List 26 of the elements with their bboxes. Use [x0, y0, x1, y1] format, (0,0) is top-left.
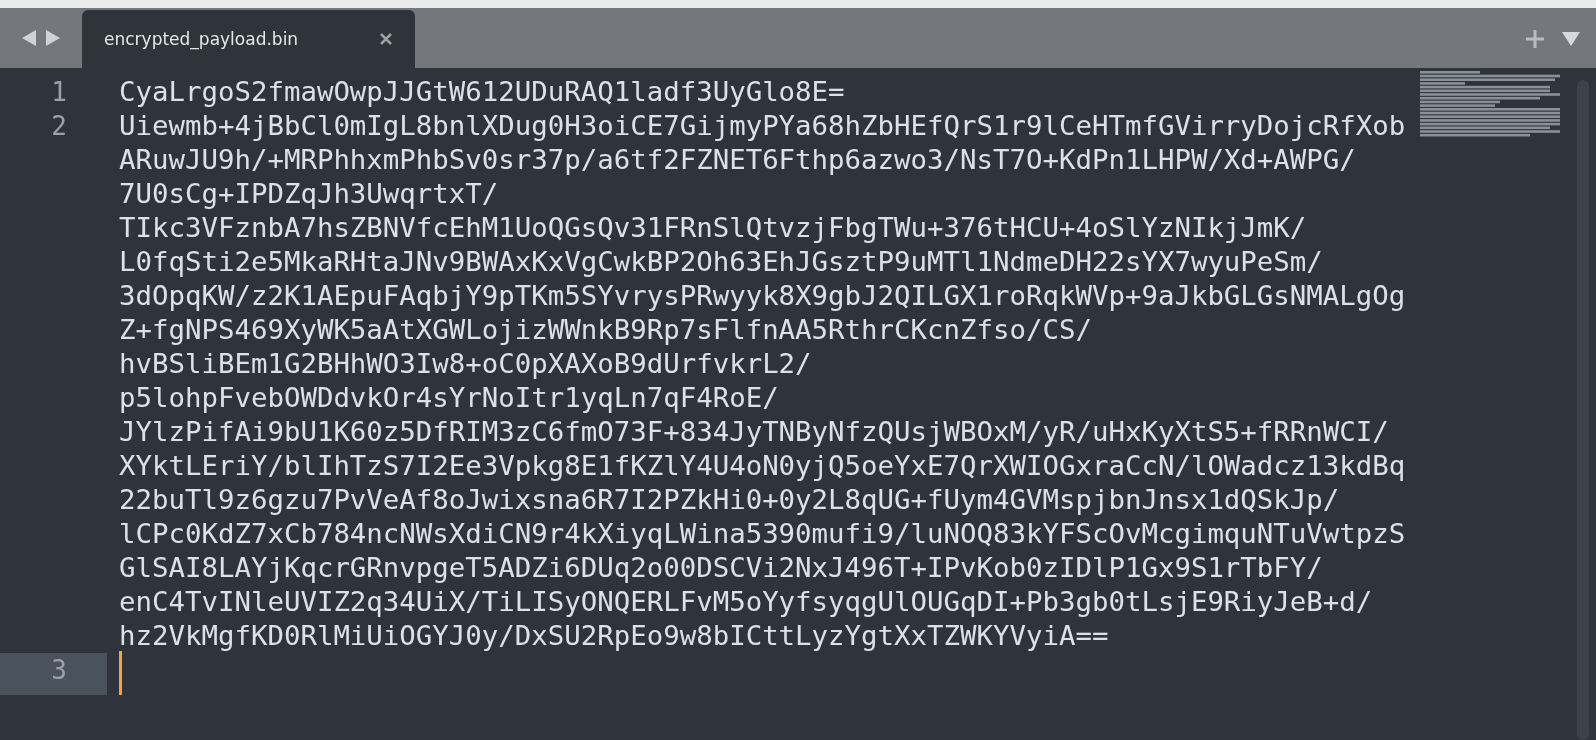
- code-text: L0fqSti2e5MkaRHtaJNv9BWAxKxVgCwkBP2Oh63EhJGsztP9uMTl1NdmeDH22sYX7wyuPeSm/: [119, 245, 1324, 279]
- file-tab[interactable]: encrypted_payload.bin: [82, 10, 415, 68]
- close-icon[interactable]: [379, 32, 393, 46]
- text-cursor: [119, 651, 122, 695]
- code-text: 22buTl9z6gzu7PvVeAf8oJwixsna6R7I2PZkHi0+0y2L8qUG+fUym4GVMspjbnJnsx1dQSkJp/: [119, 483, 1341, 517]
- code-text: ARuwJU9h/+MRPhhxmPhbSv0sr37p/a6tf2FZNET6Fthp6azwo3/NsT7O+KdPn1LHPW/Xd+AWPG/: [119, 143, 1357, 177]
- code-text: lCPc0KdZ7xCb784ncNWsXdiCN9r4kXiyqLWina5390mufi9/luNOQ83kYFScOvMcgimquNTuVwtpzS: [119, 517, 1406, 551]
- forward-arrow-icon[interactable]: [44, 28, 62, 48]
- code-text: 7U0sCg+IPDZqJh3UwqrtxT/: [119, 177, 500, 211]
- code-text: p5lohpFvebOWDdvkOr4sYrNoItr1yqLn7qF4RoE/: [119, 381, 780, 415]
- code-text: Uiewmb+4jBbCl0mIgL8bnlXDug0H3oiCE7GijmyPYa68hZbHEfQrS1r9lCeHTmfGVirryDojcRfXob: [119, 109, 1406, 143]
- code-text: enC4TvINleUVIZ2q34UiX/TiLISyONQERLFvM5oYyfsyqgUlOUGqDI+Pb3gb0tLsjE9RiyJeB+d/: [119, 585, 1374, 619]
- code-text: GlSAI8LAYjKqcrGRnvpgeT5ADZi6DUq2o00DSCVi2NxJ496T+IPvKob0zIDlP1Gx9S1rTbFY/: [119, 551, 1324, 585]
- code-text: JYlzPifAi9bU1K60z5DfRIM3zC6fmO73F+834JyTNByNfzQUsjWBOxM/yR/uHxKyXtS5+fRRnWCI/: [119, 415, 1390, 449]
- code-text: CyaLrgoS2fmawOwpJJGtW612UDuRAQ1ladf3UyGlo8E=: [119, 75, 845, 109]
- code-text: TIkc3VFznbA7hsZBNVfcEhM1UoQGsQv31FRnSlQtvzjFbgTWu+376tHCU+4oSlYzNIkjJmK/: [119, 211, 1308, 245]
- line-number: 1: [51, 76, 67, 109]
- plus-icon[interactable]: [1524, 28, 1546, 50]
- code-text: Z+fgNPS469XyWK5aAtXGWLojizWWnkB9Rp7sFlfnAA5RthrCKcnZfso/CS/: [119, 313, 1093, 347]
- code-text: XYktLEriY/blIhTzS7I2Ee3Vpkg8E1fKZlY4U4oN0yjQ5oeYxE7QrXWIOGxraCcN/lOWadcz13kdBq: [119, 449, 1406, 483]
- code-text: 3dOpqKW/z2K1AEpuFAqbjY9pTKm5SYvrysPRwyyk8X9gbJ2QILGX1roRqkWVp+9aJkbGLGsNMALgOg: [119, 279, 1406, 313]
- code-text: hz2VkMgfKD0RlMiUiOGYJ0y/DxSU2RpEo9w8bICttLyzYgtXxTZWKYVyiA==: [119, 619, 1110, 653]
- line-number: 3: [51, 654, 67, 687]
- code-text: hvBSliBEm1G2BHhWO3Iw8+oC0pXAXoB9dUrfvkrL2/: [119, 347, 813, 381]
- line-number: 2: [51, 110, 67, 143]
- back-arrow-icon[interactable]: [20, 28, 38, 48]
